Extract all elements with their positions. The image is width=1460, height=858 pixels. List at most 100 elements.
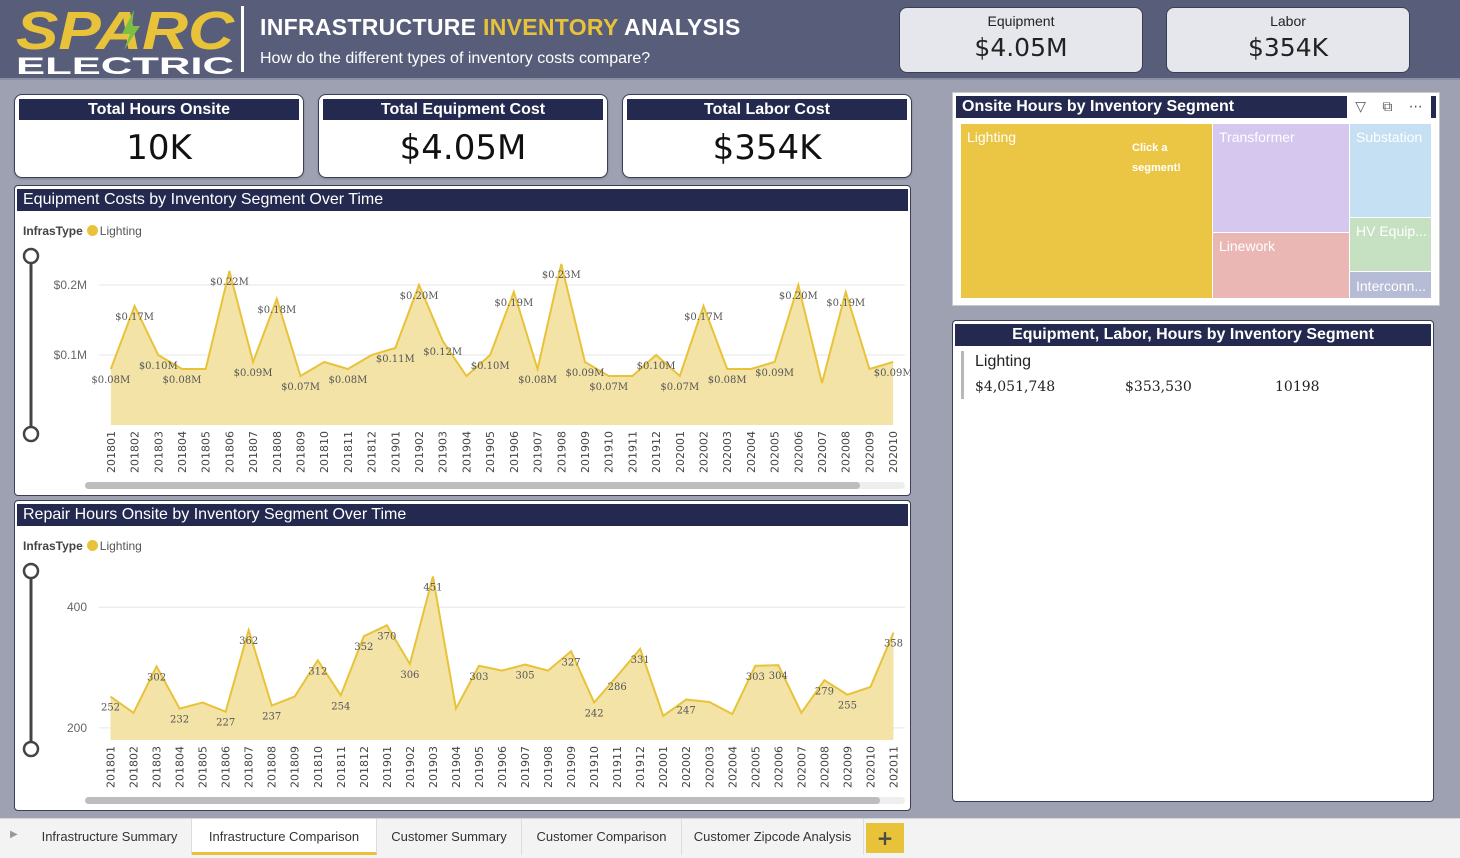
x-tick-label: 201910: [603, 431, 616, 473]
horizontal-scrollbar-thumb[interactable]: [85, 797, 880, 804]
data-label: 227: [216, 718, 235, 729]
chart-title: Repair Hours Onsite by Inventory Segment…: [17, 504, 908, 526]
x-tick-label: 201810: [318, 431, 331, 473]
tab-infrastructure-summary[interactable]: Infrastructure Summary: [28, 819, 192, 855]
data-label: 286: [608, 682, 627, 693]
data-label: $0.09M: [755, 368, 794, 379]
kpi-total-labor-cost[interactable]: Total Labor Cost $354K: [622, 94, 912, 178]
x-tick-label: 201805: [200, 431, 213, 473]
focus-mode-icon[interactable]: ⧉: [1382, 99, 1392, 115]
horizontal-scrollbar-thumb[interactable]: [85, 482, 860, 489]
report-header: SPARC ELECTRIC INFRASTRUCTURE INVENTORY …: [0, 0, 1460, 80]
data-label: $0.10M: [139, 361, 178, 372]
data-label: $0.19M: [826, 298, 865, 309]
x-tick-label: 201805: [197, 746, 210, 788]
y-range-slider-handle[interactable]: [22, 425, 40, 443]
data-label: $0.18M: [257, 305, 296, 316]
data-label: $0.17M: [115, 312, 154, 323]
treemap-cell-hv-equipment[interactable]: HV Equip...: [1350, 218, 1431, 271]
x-tick-label: 201801: [105, 746, 118, 788]
data-label: 242: [585, 709, 604, 720]
data-label: $0.07M: [660, 382, 699, 393]
matrix-row-label[interactable]: Lighting: [975, 353, 1031, 371]
x-tick-label: 201802: [129, 431, 142, 473]
series-area[interactable]: [110, 264, 894, 425]
x-tick-label: 202004: [726, 746, 739, 788]
y-range-slider-handle[interactable]: [22, 562, 40, 580]
x-tick-label: 202010: [864, 746, 877, 788]
page-subtitle: How do the different types of inventory …: [260, 50, 651, 67]
x-tick-label: 201812: [366, 431, 379, 473]
cell-label: Lighting: [967, 129, 1017, 145]
series-area[interactable]: [110, 576, 894, 740]
tab-customer-summary[interactable]: Customer Summary: [377, 819, 522, 855]
y-range-slider-handle[interactable]: [22, 740, 40, 758]
x-tick-label: 201911: [611, 746, 624, 788]
card-value: $354K: [1247, 33, 1329, 62]
chart-plot[interactable]: $0.1M $0.2M $0.08M $0.17M $0.10M $0.08M $0.22M…: [15, 210, 910, 495]
data-label: $0.08M: [328, 375, 367, 386]
data-label: 303: [469, 672, 488, 683]
x-tick-label: 201804: [174, 746, 187, 788]
x-tick-label: 202001: [657, 746, 670, 788]
x-tick-label: 201803: [152, 431, 165, 473]
more-options-icon[interactable]: ⋯: [1409, 99, 1423, 115]
x-tick-label: 202010: [887, 431, 900, 473]
tab-infrastructure-comparison[interactable]: Infrastructure Comparison: [192, 819, 377, 855]
tab-scroll-left-icon[interactable]: ▶: [10, 829, 18, 840]
tab-customer-comparison[interactable]: Customer Comparison: [522, 819, 682, 855]
x-tick-label: 202002: [680, 746, 693, 788]
data-label: 254: [331, 701, 350, 712]
treemap-cell-transformer[interactable]: Transformer: [1213, 124, 1349, 232]
visual-header-toolbar: ▽ ⧉ ⋯: [1347, 95, 1431, 119]
labor-card[interactable]: Labor $354K: [1166, 7, 1410, 73]
repair-hours-chart[interactable]: Repair Hours Onsite by Inventory Segment…: [14, 500, 911, 811]
kpi-value: $354K: [712, 128, 822, 168]
data-label: $0.08M: [163, 375, 202, 386]
y-range-slider-handle[interactable]: [22, 247, 40, 265]
logo-separator: [241, 6, 244, 72]
data-label: 306: [400, 670, 419, 681]
x-tick-label: 201807: [247, 431, 260, 473]
chart-title: Equipment Costs by Inventory Segment Ove…: [17, 189, 908, 211]
data-label: $0.07M: [589, 382, 628, 393]
treemap-cell-interconnect[interactable]: Interconn...: [1350, 272, 1431, 298]
data-label: $0.22M: [210, 277, 249, 288]
kpi-total-hours[interactable]: Total Hours Onsite 10K: [14, 94, 304, 178]
x-tick-label: 202005: [769, 431, 782, 473]
x-tick-label: 202008: [818, 746, 831, 788]
x-tick-label: 201903: [427, 746, 440, 788]
tab-customer-zipcode-analysis[interactable]: Customer Zipcode Analysis: [682, 819, 864, 855]
treemap-cell-linework[interactable]: Linework: [1213, 233, 1349, 298]
x-tick-label: 201910: [588, 746, 601, 788]
segment-matrix[interactable]: Equipment, Labor, Hours by Inventory Seg…: [952, 320, 1434, 802]
data-label: $0.23M: [542, 270, 581, 281]
x-tick-label: 201806: [223, 431, 236, 473]
treemap-cell-substation[interactable]: Substation: [1350, 124, 1431, 217]
data-label: 252: [101, 703, 120, 714]
data-label: 362: [239, 636, 258, 647]
x-tick-label: 201808: [266, 746, 279, 788]
add-page-button[interactable]: +: [866, 823, 904, 853]
sparc-electric-logo: SPARC ELECTRIC: [14, 4, 236, 76]
equipment-costs-chart[interactable]: Equipment Costs by Inventory Segment Ove…: [14, 185, 911, 496]
data-label: $0.10M: [471, 361, 510, 372]
x-tick-label: 201902: [404, 746, 417, 788]
card-label: Equipment: [987, 13, 1055, 29]
x-tick-label: 201905: [473, 746, 486, 788]
x-tick-label: 202006: [792, 431, 805, 473]
kpi-label: Total Hours Onsite: [19, 99, 299, 120]
filter-icon[interactable]: ▽: [1355, 99, 1366, 115]
data-label: 331: [631, 655, 650, 666]
kpi-total-equipment-cost[interactable]: Total Equipment Cost $4.05M: [318, 94, 608, 178]
cell-label: HV Equip...: [1356, 223, 1427, 239]
data-label: 232: [170, 715, 189, 726]
cell-label: Linework: [1219, 238, 1276, 254]
matrix-labor-value: $353,530: [1125, 379, 1192, 395]
data-label: 303: [746, 672, 765, 683]
y-tick-label: $0.1M: [54, 348, 87, 362]
x-tick-label: 201809: [289, 746, 302, 788]
data-label: $0.08M: [518, 375, 557, 386]
equipment-card[interactable]: Equipment $4.05M: [899, 7, 1143, 73]
chart-plot[interactable]: 200 400 252 302 232 227 362 237 312 254 352 370 306 4…: [15, 525, 910, 810]
